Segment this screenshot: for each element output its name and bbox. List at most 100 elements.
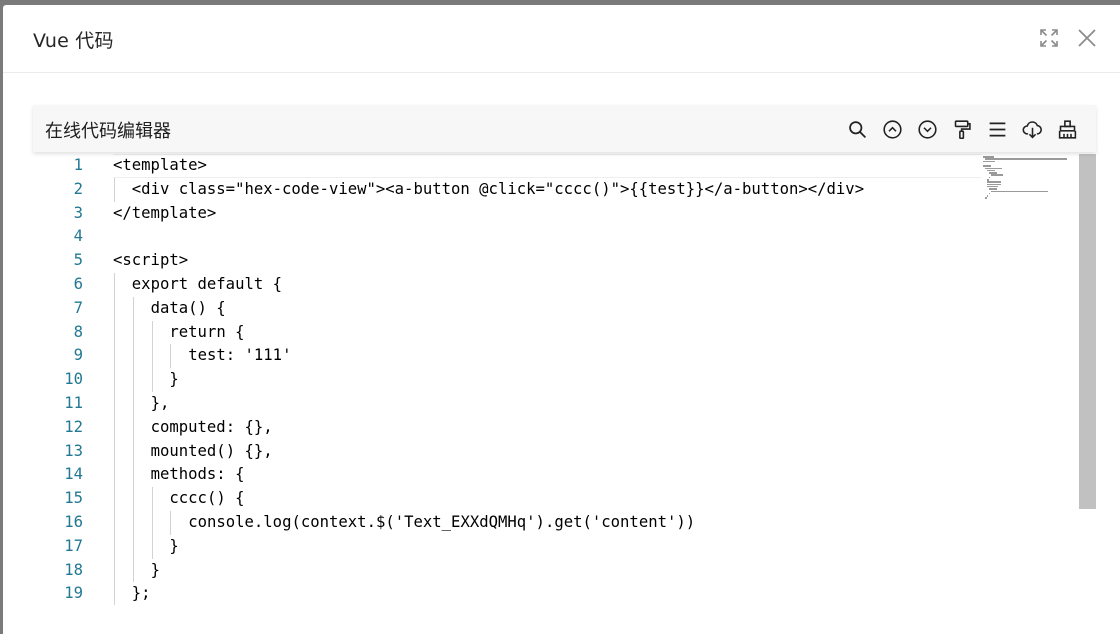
modal-header: Vue 代码 [3,5,1120,73]
line-number: 16 [64,513,83,531]
menu-lines-icon [989,122,1005,136]
indent-guide [114,368,115,392]
line-number: 2 [73,179,83,198]
indent-guide [132,296,134,321]
clear-broom-icon [1058,119,1076,139]
indent-guide [132,392,134,416]
arrow-down-circle-icon [917,119,937,139]
find-previous-button[interactable] [879,116,905,142]
indent-guide [132,368,134,392]
indent-guide [132,320,134,345]
editor-title: 在线代码编辑器 [45,121,171,142]
menu-button[interactable] [984,116,1010,142]
code-line: </template> [113,203,217,222]
minimap-line [987,179,990,181]
minimap-line [985,158,1067,160]
code-editor[interactable]: 1 2 3 4 5 6 7 8 9 10 11 12 13 14 15 16 17 18 19 <template>… [33,154,1096,605]
indent-guide [132,511,134,535]
indent-guide [151,320,153,345]
code-line: console.log(context.$('Text_EXXdQMHq').g… [188,513,696,531]
indent-guide [170,511,172,535]
indent-guide [151,344,153,369]
indent-guide [114,558,115,583]
line-number: 6 [73,275,83,293]
minimap-line [983,160,995,163]
search-icon [848,120,866,138]
minimap-line [991,190,1048,192]
line-number: 10 [64,370,83,389]
indent-guide [170,344,172,369]
indent-guide [132,534,134,559]
indent-guide [114,463,115,488]
format-button[interactable] [949,116,975,142]
close-icon [1078,29,1096,47]
indent-guide [114,439,115,464]
line-number: 14 [64,465,83,484]
line-number: 19 [64,584,83,603]
line-number: 1 [73,156,83,174]
indent-guide [114,177,115,202]
code-line: mounted() {}, [150,441,273,460]
code-line: data() { [150,298,226,317]
cloud-download-icon [1022,120,1042,138]
format-brush-icon [954,119,971,139]
minimap[interactable] [983,154,1079,605]
code-line: cccc() { [169,489,245,508]
download-button[interactable] [1019,116,1045,142]
indent-guide [132,344,134,369]
indent-guide [114,273,115,297]
indent-guide [151,534,153,559]
indent-guide [132,463,134,488]
line-number: 8 [73,322,83,341]
find-next-button[interactable] [914,116,940,142]
indent-guide [132,439,134,464]
toolbar-icons [835,116,1080,142]
code-line: return { [169,322,245,341]
minimap-line [991,174,1003,176]
expand-button[interactable] [1036,25,1062,51]
minimap-line [985,167,1002,169]
arrow-up-circle-icon [882,119,902,139]
minimap-line [987,183,1001,186]
close-button[interactable] [1074,25,1100,51]
minimap-line [983,165,992,167]
minimap-line [987,195,989,197]
indent-guide [114,511,115,535]
minimap-line [983,156,994,158]
scrollbar-thumb[interactable] [1079,154,1096,509]
indent-guide [151,368,153,392]
code-editor-panel: 在线代码编辑器 1 2 3 4 5 6 7 8 9 10 11 12 13 14… [33,105,1096,605]
minimap-line [987,169,996,172]
indent-guide [114,392,115,416]
code-line: }; [131,584,151,603]
indent-guide [114,296,115,321]
code-modal: Vue 代码 在线代码编辑器 1 2 3 4 5 6 7 8 9 10 11 1… [3,5,1120,634]
indent-guide [151,511,153,535]
code-line: }, [150,394,170,412]
indent-guide [114,534,115,559]
code-content[interactable]: <template> <div class="hex-code-view"><a-… [113,154,981,605]
indent-guide [114,582,115,605]
minimap-line [985,197,988,199]
line-number: 9 [73,346,83,365]
minimap-line [987,185,998,188]
clear-button[interactable] [1054,116,1080,142]
line-number: 4 [73,227,83,246]
modal-title: Vue 代码 [33,30,114,52]
code-line: computed: {}, [150,417,273,436]
indent-guide [114,320,115,345]
line-number: 3 [73,203,83,222]
minimap-line [989,188,998,190]
minimap-line [987,181,1001,183]
code-line: <script> [113,251,189,270]
indent-guide [114,344,115,369]
code-line: export default { [131,275,283,293]
expand-icon [1040,29,1058,47]
indent-guide [151,487,153,511]
minimap-line [989,192,991,195]
search-button[interactable] [844,116,870,142]
code-line: <template> [113,156,207,174]
vertical-scrollbar[interactable] [1079,154,1096,605]
line-number: 7 [73,298,83,317]
code-line: } [169,536,179,555]
